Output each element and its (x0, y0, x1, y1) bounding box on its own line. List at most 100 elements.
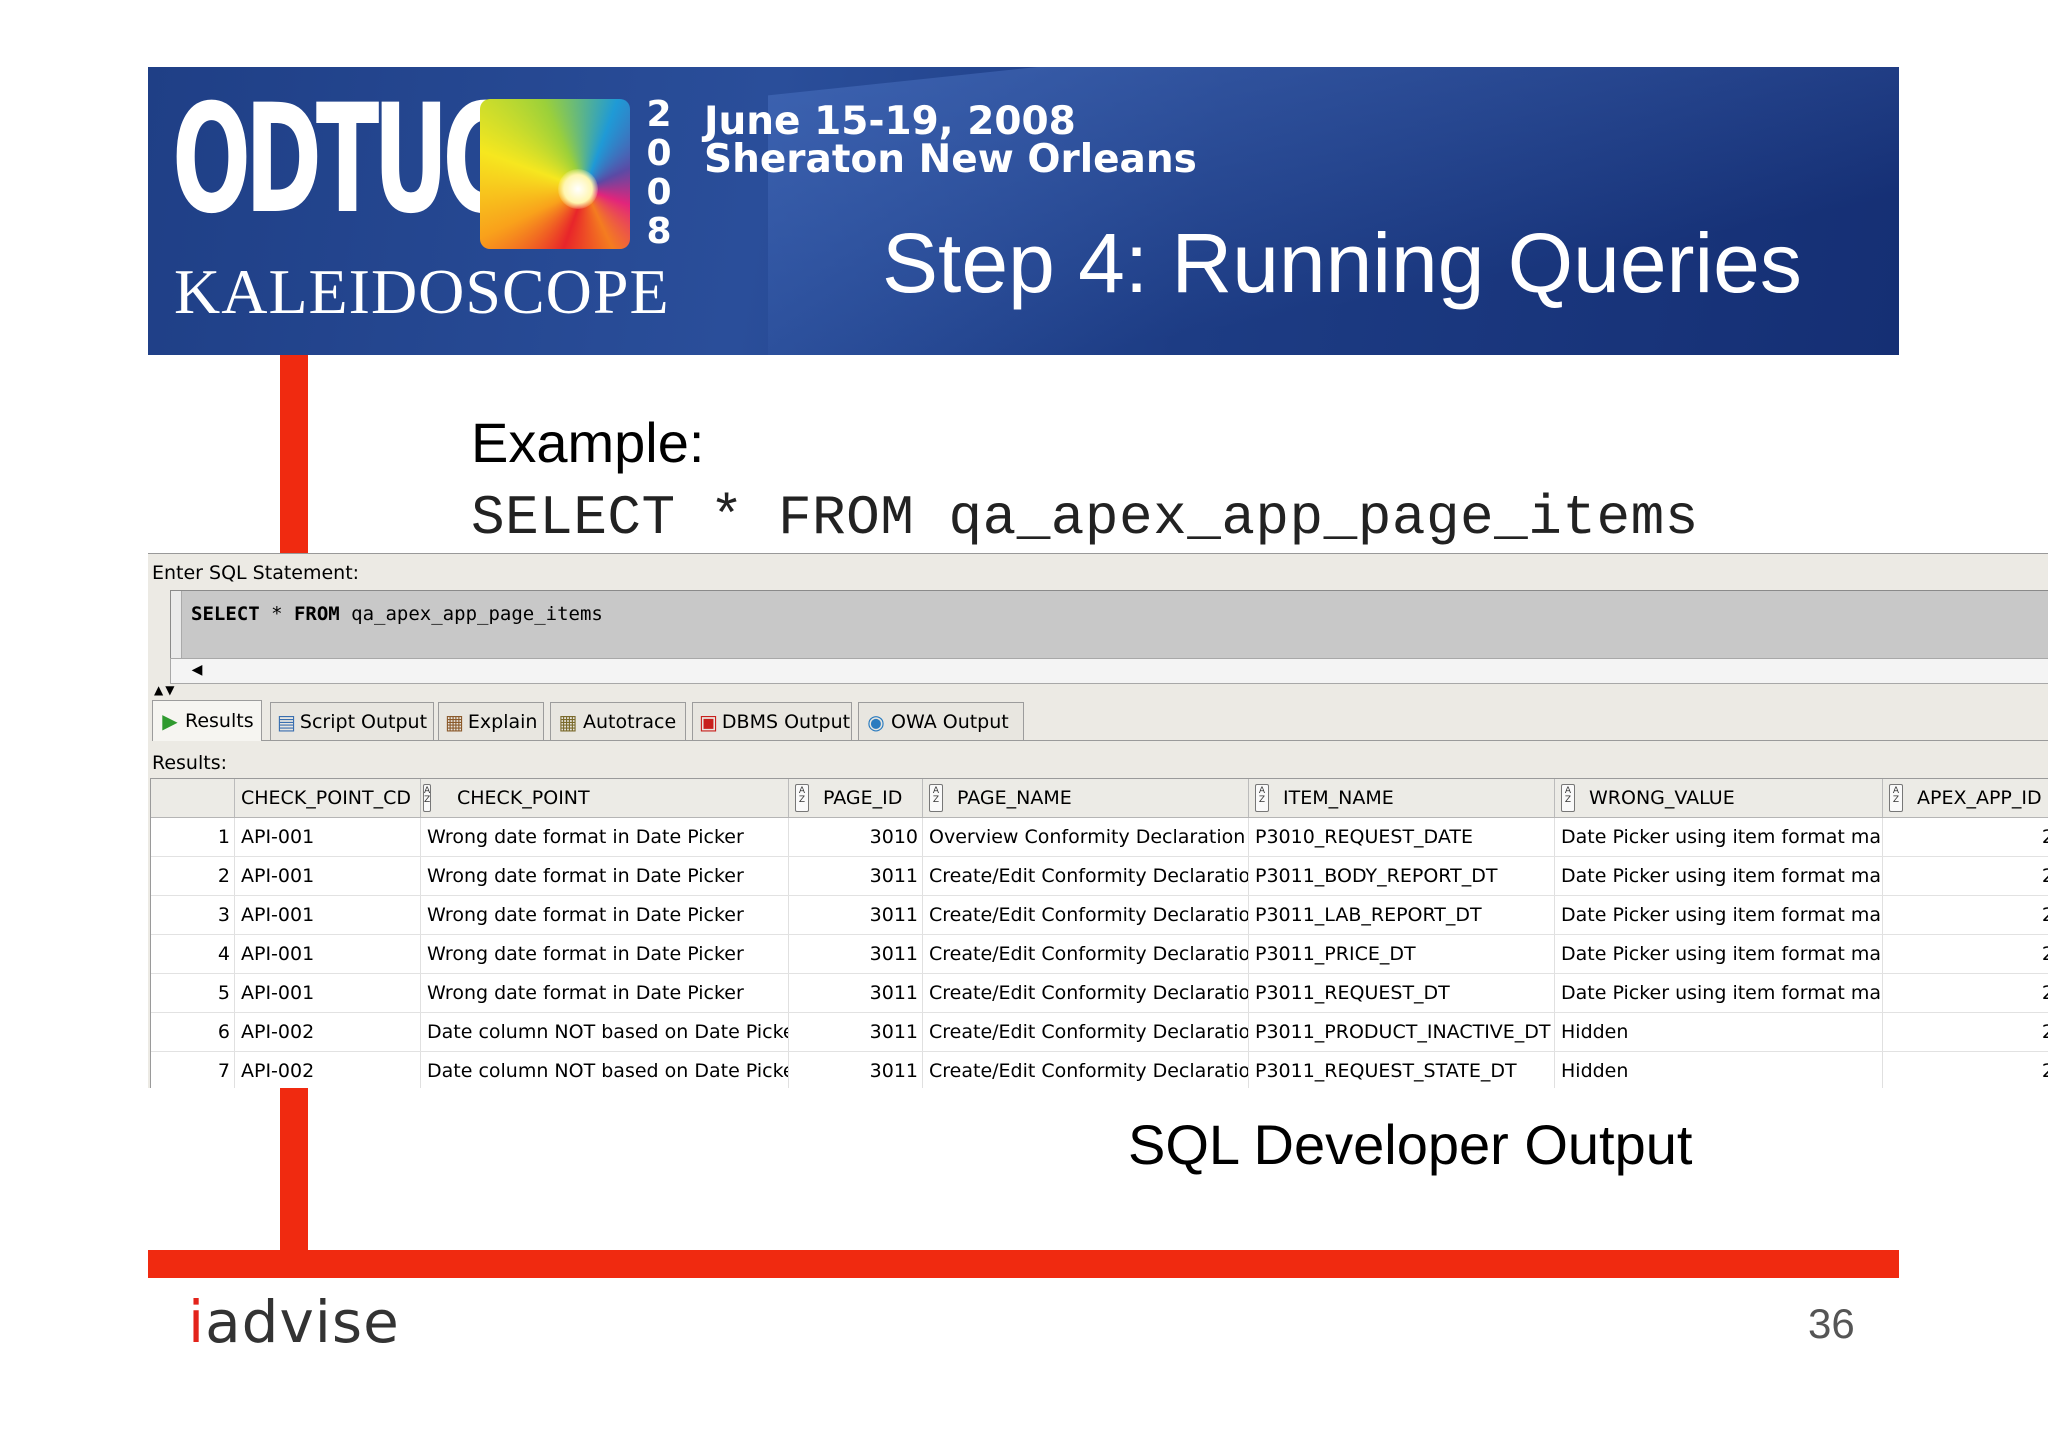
check-point-cell[interactable]: Wrong date format in Date Picker (421, 974, 789, 1012)
page-id-cell[interactable]: 3011 (789, 1052, 923, 1088)
column-header-apex-app-id[interactable]: AZ APEX_APP_ID (1883, 779, 2048, 817)
check-point-cd-cell[interactable]: API-001 (235, 857, 421, 895)
wrong-value-cell[interactable]: Date Picker using item format mask (1555, 896, 1883, 934)
row-number-cell[interactable]: 2 (151, 857, 235, 895)
check-point-cell[interactable]: Wrong date format in Date Picker (421, 935, 789, 973)
sql-editor[interactable]: SELECT * FROM qa_apex_app_page_items (170, 590, 2048, 668)
check-point-cell[interactable]: Date column NOT based on Date Picker (421, 1013, 789, 1051)
tab-results[interactable]: ▶ Results (152, 700, 262, 741)
table-row[interactable]: 7 API-002 Date column NOT based on Date Pi… (151, 1052, 2048, 1088)
wrong-value-cell[interactable]: Hidden (1555, 1013, 1883, 1051)
tab-autotrace[interactable]: ▦ Autotrace (550, 702, 686, 740)
column-header-wrong-value[interactable]: AZ WRONG_VALUE (1555, 779, 1883, 817)
wrong-value-cell[interactable]: Date Picker using item format mask (1555, 818, 1883, 856)
table-row[interactable]: 3 API-001 Wrong date format in Date Picker… (151, 896, 2048, 935)
sort-icon[interactable]: AZ (1561, 784, 1575, 812)
sort-icon[interactable]: AZ (929, 784, 943, 812)
apex-app-id-cell[interactable]: 27 (1883, 818, 2048, 856)
sort-icon[interactable]: AZ (1889, 784, 1903, 812)
page-name-cell[interactable]: Create/Edit Conformity Declaration (923, 857, 1249, 895)
row-number-cell[interactable]: 5 (151, 974, 235, 1012)
column-header-check-point-cd[interactable]: CHECK_POINT_CD AZ (235, 779, 432, 817)
table-row[interactable]: 4 API-001 Wrong date format in Date Picker… (151, 935, 2048, 974)
page-id-cell[interactable]: 3011 (789, 974, 923, 1012)
page-id-cell[interactable]: 3011 (789, 935, 923, 973)
check-point-cell[interactable]: Date column NOT based on Date Picker (421, 1052, 789, 1088)
sort-icon[interactable]: AZ (795, 784, 809, 812)
scroll-left-icon[interactable]: ◀ (187, 661, 207, 679)
page-id-cell[interactable]: 3010 (789, 818, 923, 856)
apex-app-id-cell[interactable]: 27 (1883, 974, 2048, 1012)
sort-icon[interactable]: AZ (1255, 784, 1269, 812)
year-digit: 8 (646, 211, 672, 252)
wrong-value-cell[interactable]: Hidden (1555, 1052, 1883, 1088)
item-name-cell[interactable]: P3011_PRODUCT_INACTIVE_DT (1249, 1013, 1555, 1051)
row-number-cell[interactable]: 3 (151, 896, 235, 934)
check-point-cd-cell[interactable]: API-001 (235, 935, 421, 973)
column-header-label: CHECK_POINT_CD (241, 787, 412, 809)
tab-explain[interactable]: ▦ Explain (438, 702, 544, 740)
page-name-cell[interactable]: Create/Edit Conformity Declaration (923, 1013, 1249, 1051)
column-header-item-name[interactable]: AZ ITEM_NAME (1249, 779, 1555, 817)
apex-app-id-cell[interactable]: 27 (1883, 1052, 2048, 1088)
sql-statement-label: Enter SQL Statement: (152, 562, 360, 584)
column-header-page-id[interactable]: AZ PAGE_ID (789, 779, 923, 817)
column-header-label: CHECK_POINT (457, 787, 590, 809)
check-point-cd-cell[interactable]: API-001 (235, 974, 421, 1012)
column-header-label: PAGE_ID (823, 787, 903, 809)
item-name-cell[interactable]: P3011_REQUEST_STATE_DT (1249, 1052, 1555, 1088)
page-id-cell[interactable]: 3011 (789, 857, 923, 895)
red-frame-vertical-bottom (280, 1088, 308, 1258)
table-row[interactable]: 5 API-001 Wrong date format in Date Picker… (151, 974, 2048, 1013)
tab-label: Script Output (299, 710, 428, 733)
table-row[interactable]: 1 API-001 Wrong date format in Date Picker… (151, 818, 2048, 857)
apex-app-id-cell[interactable]: 27 (1883, 935, 2048, 973)
tab-owa-output[interactable]: ◉ OWA Output (858, 702, 1024, 740)
check-point-cd-cell[interactable]: API-001 (235, 818, 421, 856)
editor-horizontal-scrollbar[interactable]: ◀ (170, 658, 2048, 684)
sql-editor-text[interactable]: SELECT * FROM qa_apex_app_page_items (191, 603, 603, 625)
item-name-cell[interactable]: P3011_BODY_REPORT_DT (1249, 857, 1555, 895)
script-icon: ▤ (277, 709, 296, 734)
wrong-value-cell[interactable]: Date Picker using item format mask (1555, 857, 1883, 895)
column-header-label: APEX_APP_ID (1917, 787, 2042, 809)
page-name-cell[interactable]: Create/Edit Conformity Declaration (923, 896, 1249, 934)
page-id-cell[interactable]: 3011 (789, 896, 923, 934)
apex-app-id-cell[interactable]: 27 (1883, 857, 2048, 895)
check-point-cell[interactable]: Wrong date format in Date Picker (421, 896, 789, 934)
page-id-cell[interactable]: 3011 (789, 1013, 923, 1051)
check-point-cell[interactable]: Wrong date format in Date Picker (421, 818, 789, 856)
row-number-cell[interactable]: 1 (151, 818, 235, 856)
check-point-cell[interactable]: Wrong date format in Date Picker (421, 857, 789, 895)
tab-label: OWA Output (891, 710, 1009, 733)
item-name-cell[interactable]: P3010_REQUEST_DATE (1249, 818, 1555, 856)
check-point-cd-cell[interactable]: API-001 (235, 896, 421, 934)
table-row[interactable]: 6 API-002 Date column NOT based on Date Pi… (151, 1013, 2048, 1052)
row-number-cell[interactable]: 6 (151, 1013, 235, 1051)
apex-app-id-cell[interactable]: 27 (1883, 896, 2048, 934)
row-number-cell[interactable]: 7 (151, 1052, 235, 1088)
run-icon: ▶ (162, 709, 178, 733)
item-name-cell[interactable]: P3011_REQUEST_DT (1249, 974, 1555, 1012)
wrong-value-cell[interactable]: Date Picker using item format mask (1555, 974, 1883, 1012)
sql-developer-window: Enter SQL Statement: SELECT * FROM qa_ap… (148, 553, 2048, 1088)
item-name-cell[interactable]: P3011_PRICE_DT (1249, 935, 1555, 973)
apex-app-id-cell[interactable]: 27 (1883, 1013, 2048, 1051)
row-number-cell[interactable]: 4 (151, 935, 235, 973)
table-row[interactable]: 2 API-001 Wrong date format in Date Picker… (151, 857, 2048, 896)
results-header-row: CHECK_POINT_CD AZ CHECK_POINT AZ PAGE_ID… (151, 779, 2048, 818)
page-name-cell[interactable]: Create/Edit Conformity Declaration (923, 974, 1249, 1012)
column-header-page-name[interactable]: AZ PAGE_NAME (923, 779, 1249, 817)
splitter-arrows-icon[interactable]: ▲▼ (154, 684, 176, 696)
check-point-cd-cell[interactable]: API-002 (235, 1052, 421, 1088)
tab-script-output[interactable]: ▤ Script Output (270, 702, 434, 740)
check-point-cd-cell[interactable]: API-002 (235, 1013, 421, 1051)
item-name-cell[interactable]: P3011_LAB_REPORT_DT (1249, 896, 1555, 934)
column-header-check-point[interactable]: CHECK_POINT (421, 779, 789, 817)
wrong-value-cell[interactable]: Date Picker using item format mask (1555, 935, 1883, 973)
page-name-cell[interactable]: Create/Edit Conformity Declaration (923, 935, 1249, 973)
output-tab-bar: ▶ Results ▤ Script Output ▦ Explain ▦ Au… (152, 700, 2048, 741)
page-name-cell[interactable]: Create/Edit Conformity Declaration (923, 1052, 1249, 1088)
tab-dbms-output[interactable]: ▣ DBMS Output (692, 702, 852, 740)
page-name-cell[interactable]: Overview Conformity Declaration (923, 818, 1249, 856)
